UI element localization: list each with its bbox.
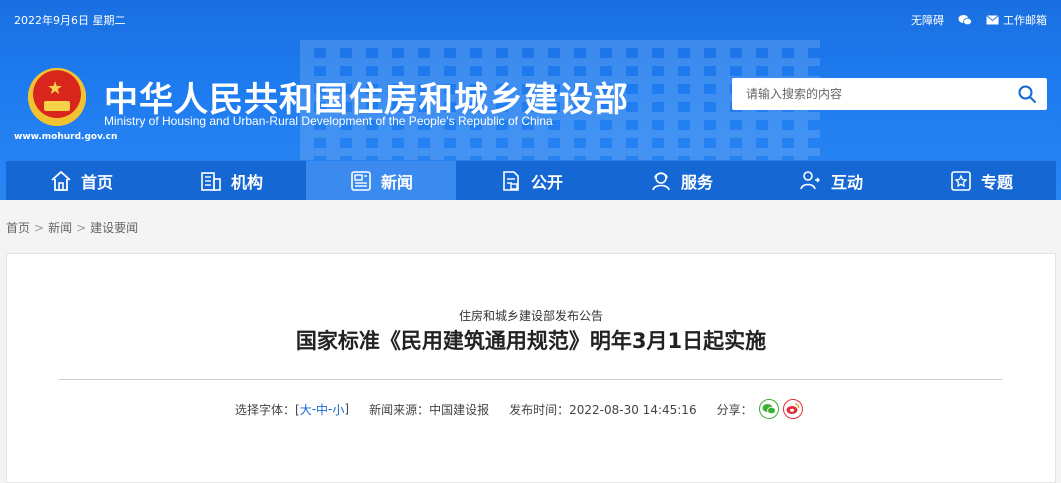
nav-label: 互动 (830, 172, 863, 192)
breadcrumb-separator: > (76, 221, 87, 235)
breadcrumb-separator: > (34, 221, 45, 235)
service-icon (652, 171, 670, 190)
search-input[interactable] (732, 78, 1002, 110)
share-weibo-icon[interactable] (782, 399, 803, 419)
breadcrumb-current[interactable]: 建设要闻 (90, 221, 138, 235)
site-title-english: Ministry of Housing and Urban-Rural Deve… (104, 114, 553, 128)
header-date: 2022年9月6日 星期二 (14, 14, 126, 27)
font-medium-button[interactable]: 中 (316, 401, 328, 418)
document-icon (503, 170, 519, 191)
mail-icon (986, 15, 999, 25)
breadcrumb: 首页 > 新闻 > 建设要闻 (6, 219, 138, 236)
publish-time: 发布时间：2022-08-30 14:45:16 (509, 402, 697, 417)
interaction-icon (800, 170, 820, 189)
top-links: 无障碍 工作邮箱 (911, 12, 1047, 28)
search-icon[interactable] (1017, 84, 1037, 104)
nav-item-topic[interactable]: 专题 (906, 161, 1056, 200)
share-label: 分享： (716, 402, 753, 417)
nav-item-home[interactable]: 首页 (6, 161, 156, 200)
news-icon (351, 170, 371, 191)
nav-item-news[interactable]: 新闻 (306, 161, 456, 200)
main-nav: 首页 机构 新闻 公开 服务 互动 专题 (6, 161, 1056, 200)
home-icon (51, 170, 71, 191)
news-source: 新闻来源：中国建设报 (369, 402, 490, 417)
wechat-icon[interactable] (958, 14, 972, 26)
nav-item-interaction[interactable]: 互动 (756, 161, 906, 200)
font-large-button[interactable]: 大 (300, 401, 312, 418)
work-mail-label: 工作邮箱 (1003, 14, 1047, 27)
breadcrumb-news[interactable]: 新闻 (48, 221, 72, 235)
font-size-label: 选择字体：[ (235, 402, 300, 417)
topic-icon (951, 170, 971, 191)
site-url: www.mohurd.gov.cn (14, 132, 118, 142)
accessibility-link[interactable]: 无障碍 (911, 12, 944, 28)
article-subtitle: 住房和城乡建设部发布公告 (458, 309, 603, 323)
nav-label: 机构 (230, 172, 263, 192)
nav-item-organization[interactable]: 机构 (156, 161, 306, 200)
article-title: 国家标准《民用建筑通用规范》明年3月1日起实施 (295, 329, 767, 353)
search-box (732, 78, 1047, 110)
article-meta: 选择字体：[大 - 中 - 小] 新闻来源：中国建设报 发布时间：2022-08… (235, 399, 803, 419)
font-small-button[interactable]: 小 (332, 401, 344, 418)
national-emblem-logo[interactable]: ★ (28, 68, 86, 126)
nav-item-service[interactable]: 服务 (606, 161, 756, 200)
article-card: 住房和城乡建设部发布公告 国家标准《民用建筑通用规范》明年3月1日起实施 选择字… (6, 253, 1056, 483)
site-header: 2022年9月6日 星期二 无障碍 工作邮箱 ★ www.mohurd.gov.… (0, 0, 1061, 200)
nav-label: 专题 (980, 172, 1013, 192)
nav-label: 公开 (530, 172, 563, 192)
nav-item-public[interactable]: 公开 (456, 161, 606, 200)
building-icon (201, 171, 221, 191)
share-wechat-icon[interactable] (758, 399, 779, 419)
work-mail-link[interactable]: 工作邮箱 (986, 12, 1047, 28)
breadcrumb-home[interactable]: 首页 (6, 221, 30, 235)
nav-label: 服务 (680, 172, 713, 192)
nav-label: 新闻 (380, 172, 413, 192)
title-divider (59, 379, 1002, 380)
nav-label: 首页 (80, 172, 113, 192)
font-size-close: ] (344, 402, 350, 416)
